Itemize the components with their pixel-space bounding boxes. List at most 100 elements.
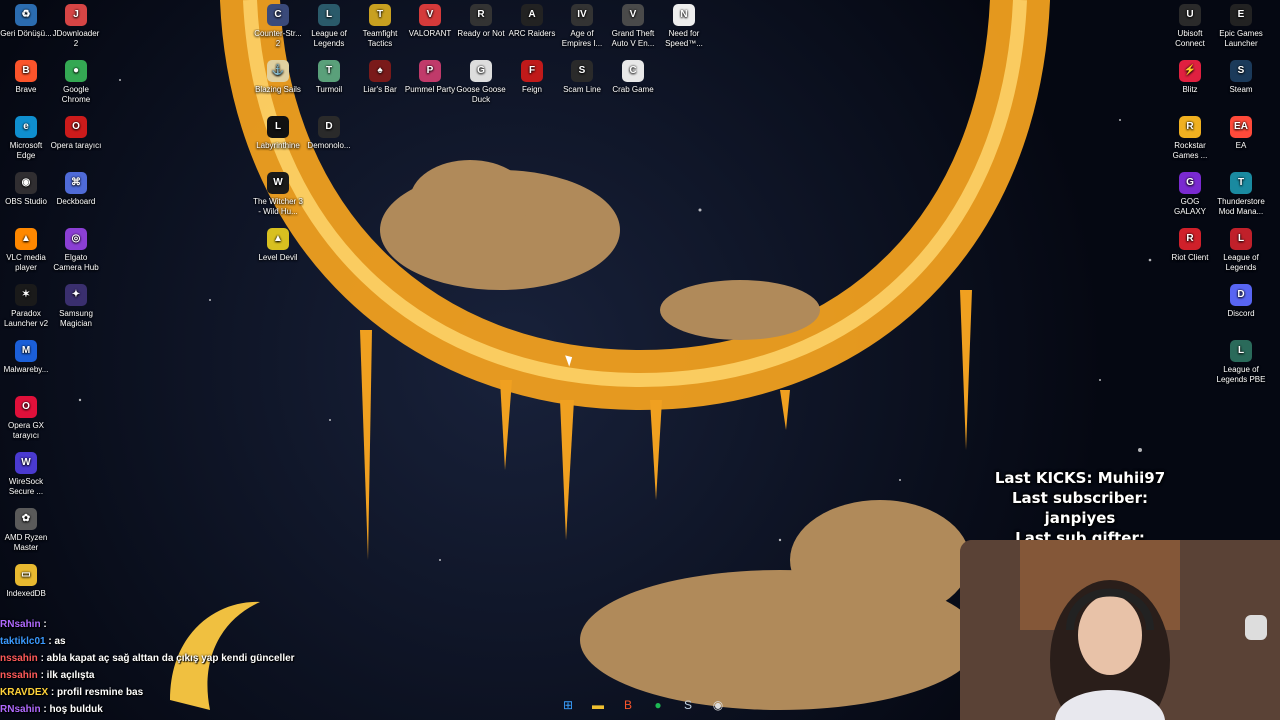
desktop-shortcut[interactable]: G GOG GALAXY [1164,172,1216,217]
desktop-shortcut[interactable]: J JDownloader 2 [50,4,102,49]
desktop-shortcut[interactable]: N Need for Speed™... [658,4,710,49]
shortcut-label: Riot Client [1171,253,1209,262]
rockstar-icon: R [1179,116,1201,138]
desktop-shortcut[interactable]: V Grand Theft Auto V En... [607,4,659,49]
shortcut-label: League of Legends PBE [1216,365,1266,384]
league-of-legends-icon: L [1230,228,1252,250]
shortcut-label: EA [1235,141,1247,150]
desktop-shortcut[interactable]: L League of Legends [1215,228,1267,273]
desktop-shortcut[interactable]: ◎ Elgato Camera Hub [50,228,102,273]
feign-icon: F [521,60,543,82]
desktop-shortcut[interactable]: A ARC Raiders [506,4,558,39]
obs-taskbar-button[interactable]: ◉ [706,693,730,717]
desktop-shortcut[interactable]: L League of Legends [303,4,355,49]
desktop-shortcut[interactable]: ✦ Samsung Magician [50,284,102,329]
ubisoft-connect-icon: U [1179,4,1201,26]
obs-icon: ◉ [15,172,37,194]
desktop-shortcut[interactable]: C Crab Game [607,60,659,95]
desktop-shortcut[interactable]: R Riot Client [1164,228,1216,263]
shortcut-label: Goose Goose Duck [456,85,506,104]
desktop-shortcut[interactable]: T Teamfight Tactics [354,4,406,49]
desktop-shortcut[interactable]: IV Age of Empires I... [556,4,608,49]
shortcut-label: WireSock Secure ... [8,477,44,496]
riot-client-icon: R [1179,228,1201,250]
desktop-shortcut[interactable]: O Opera GX tarayıcı [0,396,52,441]
desktop-shortcut[interactable]: S Steam [1215,60,1267,95]
edge-icon: e [15,116,37,138]
wiresock-icon: W [15,452,37,474]
desktop-shortcut[interactable]: V VALORANT [404,4,456,39]
desktop-shortcut[interactable]: S Scam Line [556,60,608,95]
desktop-shortcut[interactable]: EA EA [1215,116,1267,151]
desktop-shortcut[interactable]: R Ready or Not [455,4,507,39]
desktop-shortcut[interactable]: ▲ VLC media player [0,228,52,273]
counter-strike-icon: C [267,4,289,26]
desktop-shortcut[interactable]: W WireSock Secure ... [0,452,52,497]
desktop-shortcut[interactable]: ⌘ Deckboard [50,172,102,207]
chrome-icon: ● [65,60,87,82]
file-explorer-button[interactable]: ▬ [586,693,610,717]
desktop-shortcut[interactable]: ⚓ Blazing Sails [252,60,304,95]
shortcut-label: Grand Theft Auto V En... [611,29,655,48]
desktop-shortcut[interactable]: ⚡ Blitz [1164,60,1216,95]
shortcut-label: Feign [521,85,542,94]
chat-text: : [40,619,47,630]
desktop-shortcut[interactable]: U Ubisoft Connect [1164,4,1216,49]
desktop-shortcut[interactable]: T Thunderstore Mod Mana... [1215,172,1267,217]
opera-icon: O [65,116,87,138]
desktop-shortcut[interactable]: W The Witcher 3 - Wild Hu... [252,172,304,217]
spotify-taskbar-button[interactable]: ● [646,693,670,717]
desktop-shortcut[interactable]: ◉ OBS Studio [0,172,52,207]
shortcut-label: Turmoil [315,85,343,94]
desktop-shortcut[interactable]: ▭ IndexedDB [0,564,52,599]
desktop-shortcut[interactable]: ✿ AMD Ryzen Master [0,508,52,553]
desktop-shortcut[interactable]: T Turmoil [303,60,355,95]
desktop-shortcut[interactable]: O Opera tarayıcı [50,116,102,151]
desktop-shortcut[interactable]: M Malwareby... [0,340,52,375]
shortcut-label: Need for Speed™... [665,29,703,48]
desktop-shortcut[interactable]: B Brave [0,60,52,95]
shortcut-label: League of Legends [311,29,347,48]
chat-username: nssahin [0,653,38,664]
desktop-shortcut[interactable]: ♠ Liar's Bar [354,60,406,95]
brave-taskbar-button[interactable]: B [616,693,640,717]
shortcut-label: Level Devil [258,253,298,262]
shortcut-label: OBS Studio [5,197,47,206]
steam-taskbar-button[interactable]: S [676,693,700,717]
start-button[interactable]: ⊞ [556,693,580,717]
desktop-shortcut[interactable]: e Microsoft Edge [0,116,52,161]
shortcut-label: Scam Line [563,85,601,94]
desktop-shortcut[interactable]: ● Google Chrome [50,60,102,105]
chat-text: : ilk açılışta [37,670,95,681]
desktop-shortcut[interactable]: F Feign [506,60,558,95]
shortcut-label: IndexedDB [6,589,46,598]
jdownloader-icon: J [65,4,87,26]
desktop-shortcut[interactable]: ▲ Level Devil [252,228,304,263]
desktop-shortcut[interactable]: P Pummel Party [404,60,456,95]
stream-chat: RNsahin : taktiklc01 : as nssahin : abla … [0,616,560,718]
chat-text: : as [45,636,66,647]
desktop-shortcut[interactable]: L League of Legends PBE [1215,340,1267,385]
shortcut-label: Ready or Not [457,29,505,38]
desktop-shortcut[interactable]: G Goose Goose Duck [455,60,507,105]
chat-username: taktiklc01 [0,636,46,647]
shortcut-label: Malwareby... [3,365,49,374]
desktop-shortcut[interactable]: D Discord [1215,284,1267,319]
shortcut-label: VLC media player [6,253,46,272]
labyrinthine-icon: L [267,116,289,138]
shortcut-label: Labyrinthine [256,141,300,150]
desktop-shortcut[interactable]: D Demonolo... [303,116,355,151]
chat-message: taktiklc01 : as [0,633,560,650]
shortcut-label: League of Legends [1223,253,1259,272]
shortcut-label: Opera GX tarayıcı [7,421,44,440]
chat-username: KRAVDEX [0,687,49,698]
chat-username: RNsahin [0,619,41,630]
desktop-shortcut[interactable]: ♻ Geri Dönüşü... [0,4,52,39]
desktop-shortcut[interactable]: C Counter-Str... 2 [252,4,304,49]
gog-galaxy-icon: G [1179,172,1201,194]
desktop-shortcut[interactable]: E Epic Games Launcher [1215,4,1267,49]
shortcut-label: Deckboard [56,197,96,206]
desktop-shortcut[interactable]: R Rockstar Games ... [1164,116,1216,161]
desktop-shortcut[interactable]: ✶ Paradox Launcher v2 [0,284,52,329]
desktop-shortcut[interactable]: L Labyrinthine [252,116,304,151]
